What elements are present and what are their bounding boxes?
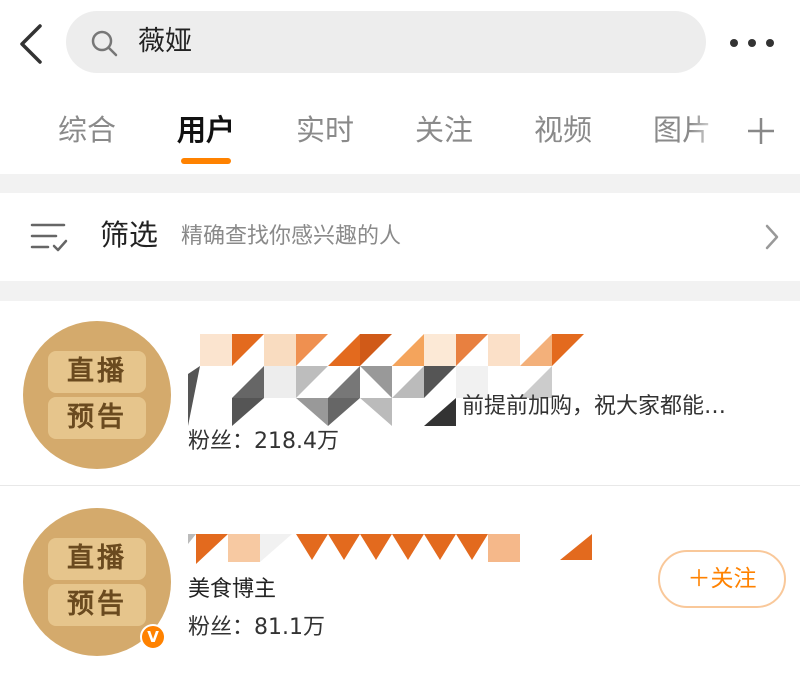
redacted-username-mosaic <box>188 534 592 564</box>
top-bar: 薇娅 <box>0 0 800 88</box>
filter-row[interactable]: 筛选 精确查找你感兴趣的人 <box>0 193 800 281</box>
user-bio: 美食博主 <box>188 577 277 602</box>
result-tabs: 综合 用户 实时 关注 视频 图片 <box>0 88 800 174</box>
avatar-badge-top: 直播 <box>48 351 146 393</box>
avatar-badge-bottom: 预告 <box>48 584 146 626</box>
follower-count: 粉丝：81.1万 <box>188 615 325 640</box>
tab-overflow-fade <box>690 88 732 174</box>
section-gap <box>0 174 800 193</box>
filter-icon <box>30 223 68 252</box>
tab-video[interactable]: 视频 <box>534 112 592 148</box>
filter-description: 精确查找你感兴趣的人 <box>181 224 402 249</box>
follower-count: 粉丝：218.4万 <box>188 429 339 454</box>
more-icon[interactable] <box>726 28 778 58</box>
search-query[interactable]: 薇娅 <box>138 25 192 59</box>
filter-title: 筛选 <box>100 218 159 252</box>
search-box[interactable]: 薇娅 <box>66 11 706 73</box>
back-arrow-icon[interactable] <box>14 22 50 66</box>
avatar-badge-top: 直播 <box>48 538 146 580</box>
search-icon <box>91 30 118 57</box>
follow-button[interactable]: ＋关注 <box>658 550 786 608</box>
chevron-right-icon <box>765 224 779 250</box>
avatar-badge-bottom: 预告 <box>48 397 146 439</box>
section-gap <box>0 281 800 301</box>
verified-badge-icon: V <box>140 624 166 650</box>
tab-following[interactable]: 关注 <box>415 112 473 148</box>
user-bio: 前提前加购，祝大家都能… <box>462 394 727 419</box>
tab-comprehensive[interactable]: 综合 <box>58 112 116 148</box>
tab-users[interactable]: 用户 <box>177 112 235 148</box>
avatar[interactable]: 直播 预告 <box>23 321 171 469</box>
active-tab-indicator <box>181 158 231 164</box>
plus-icon[interactable] <box>746 116 776 146</box>
tab-realtime[interactable]: 实时 <box>296 112 354 148</box>
